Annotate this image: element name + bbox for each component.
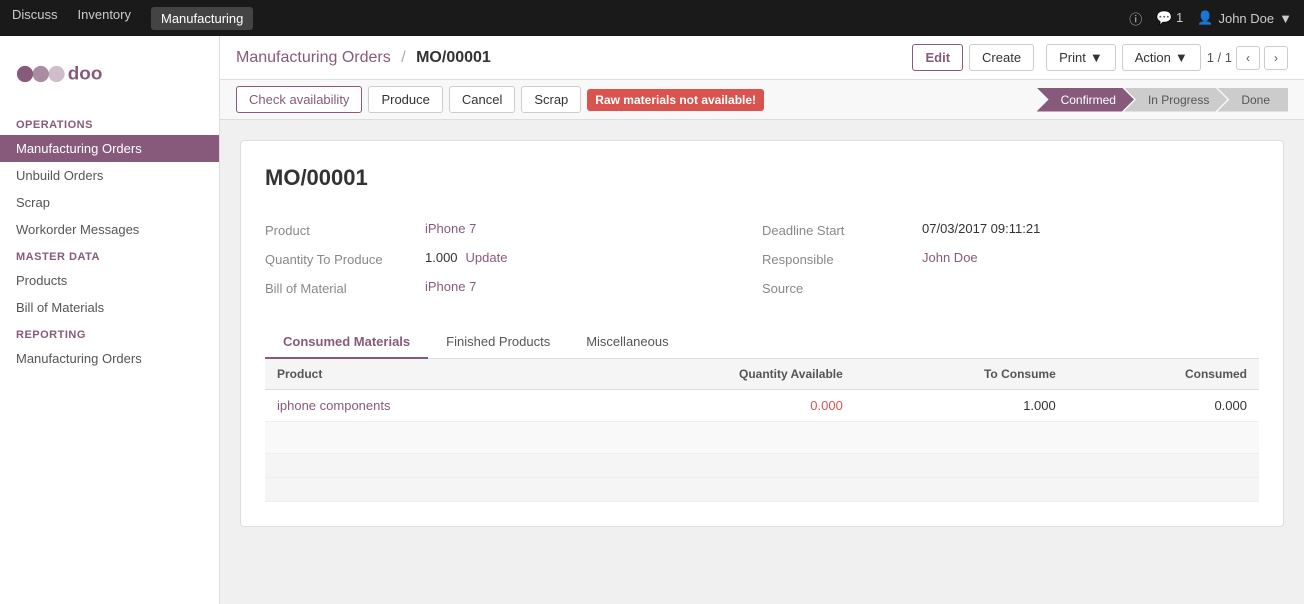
check-availability-button[interactable]: Check availability	[236, 86, 362, 113]
product-label: Product	[265, 221, 425, 238]
sidebar-item-unbuild-orders[interactable]: Unbuild Orders	[0, 162, 219, 189]
nav-manufacturing[interactable]: Manufacturing	[151, 7, 253, 30]
col-qty-available: Quantity Available	[571, 359, 855, 390]
bom-label: Bill of Material	[265, 279, 425, 296]
top-nav-right: ⓘ 💬 1 👤 John Doe ▼	[1129, 9, 1292, 28]
sidebar: doo Operations Manufacturing Orders Unbu…	[0, 36, 220, 604]
sidebar-item-workorder-messages[interactable]: Workorder Messages	[0, 216, 219, 243]
header-right: Edit Create Print ▼ Action ▼ 1 / 1 ‹ ›	[912, 44, 1288, 71]
quantity-label: Quantity To Produce	[265, 250, 425, 267]
status-bar: Check availability Produce Cancel Scrap …	[220, 80, 1304, 120]
user-name: John Doe	[1218, 11, 1274, 26]
sidebar-item-reporting-manufacturing-orders[interactable]: Manufacturing Orders	[0, 345, 219, 372]
action-button[interactable]: Action ▼	[1122, 44, 1201, 71]
deadline-label: Deadline Start	[762, 221, 922, 238]
sidebar-item-bill-of-materials[interactable]: Bill of Materials	[0, 294, 219, 321]
nav-inventory[interactable]: Inventory	[78, 7, 131, 30]
table-header: Product Quantity Available To Consume Co…	[265, 359, 1259, 390]
product-field-row: Product iPhone 7	[265, 215, 762, 244]
nav-discuss[interactable]: Discuss	[12, 7, 58, 30]
form-fields: Product iPhone 7 Quantity To Produce 1.0…	[265, 215, 1259, 302]
odoo-logo-icon: doo	[16, 56, 106, 92]
produce-button[interactable]: Produce	[368, 86, 442, 113]
top-nav-left: Discuss Inventory Manufacturing	[12, 7, 253, 30]
step-done: Done	[1217, 88, 1288, 112]
bom-value[interactable]: iPhone 7	[425, 279, 476, 294]
bom-field-row: Bill of Material iPhone 7	[265, 273, 762, 302]
tab-consumed-materials[interactable]: Consumed Materials	[265, 326, 428, 359]
sidebar-section-master-data: Master Data	[0, 243, 219, 267]
tabs: Consumed Materials Finished Products Mis…	[265, 326, 1259, 359]
responsible-value[interactable]: John Doe	[922, 250, 978, 265]
sidebar-item-scrap[interactable]: Scrap	[0, 189, 219, 216]
quantity-value: 1.000	[425, 250, 458, 265]
workflow-steps: Confirmed In Progress Done	[1037, 88, 1288, 112]
responsible-label: Responsible	[762, 250, 922, 267]
update-button[interactable]: Update	[466, 250, 508, 265]
source-field-row: Source	[762, 273, 1259, 302]
form-area: MO/00001 Product iPhone 7 Quantity To Pr…	[220, 120, 1304, 547]
svg-text:doo: doo	[68, 63, 103, 84]
left-fields: Product iPhone 7 Quantity To Produce 1.0…	[265, 215, 762, 302]
action-dropdown-icon: ▼	[1175, 50, 1188, 65]
row-product[interactable]: iphone components	[265, 390, 571, 422]
form-card: MO/00001 Product iPhone 7 Quantity To Pr…	[240, 140, 1284, 527]
scrap-button[interactable]: Scrap	[521, 86, 581, 113]
product-value[interactable]: iPhone 7	[425, 221, 476, 236]
top-nav: Discuss Inventory Manufacturing ⓘ 💬 1 👤 …	[0, 0, 1304, 36]
breadcrumb: Manufacturing Orders / MO/00001	[236, 49, 491, 67]
sidebar-item-products[interactable]: Products	[0, 267, 219, 294]
user-avatar-icon: 👤	[1197, 10, 1213, 26]
responsible-field-row: Responsible John Doe	[762, 244, 1259, 273]
quantity-row: 1.000 Update	[425, 250, 507, 265]
col-to-consume: To Consume	[855, 359, 1068, 390]
sidebar-logo: doo	[0, 46, 219, 111]
create-button[interactable]: Create	[969, 44, 1034, 71]
help-icon[interactable]: ⓘ	[1129, 9, 1142, 28]
col-consumed: Consumed	[1068, 359, 1259, 390]
col-product: Product	[265, 359, 571, 390]
pager-count: 1 / 1	[1207, 50, 1232, 65]
source-label: Source	[762, 279, 922, 296]
edit-button[interactable]: Edit	[912, 44, 963, 71]
cancel-button[interactable]: Cancel	[449, 86, 515, 113]
table-row: iphone components 0.000 1.000 0.000	[265, 390, 1259, 422]
user-menu[interactable]: 👤 John Doe ▼	[1197, 10, 1292, 26]
user-dropdown-icon: ▼	[1279, 11, 1292, 26]
quantity-field-row: Quantity To Produce 1.000 Update	[265, 244, 762, 273]
print-button[interactable]: Print ▼	[1046, 44, 1116, 71]
empty-row-1	[265, 422, 1259, 454]
step-in-progress: In Progress	[1124, 88, 1227, 112]
sidebar-item-manufacturing-orders[interactable]: Manufacturing Orders	[0, 135, 219, 162]
main-content: Manufacturing Orders / MO/00001 Edit Cre…	[220, 36, 1304, 604]
deadline-value: 07/03/2017 09:11:21	[922, 221, 1040, 236]
step-confirmed: Confirmed	[1037, 88, 1134, 112]
breadcrumb-current: MO/00001	[416, 49, 491, 66]
row-to-consume: 1.000	[855, 390, 1068, 422]
row-qty-available: 0.000	[571, 390, 855, 422]
chat-icon[interactable]: 💬 1	[1156, 10, 1183, 26]
table-footer-row-1	[265, 454, 1259, 478]
deadline-field-row: Deadline Start 07/03/2017 09:11:21	[762, 215, 1259, 244]
consumed-materials-table: Product Quantity Available To Consume Co…	[265, 359, 1259, 502]
pager-next-button[interactable]: ›	[1264, 46, 1288, 70]
raw-materials-badge: Raw materials not available!	[587, 89, 764, 111]
layout: doo Operations Manufacturing Orders Unbu…	[0, 36, 1304, 604]
breadcrumb-separator: /	[401, 49, 405, 66]
print-dropdown-icon: ▼	[1090, 50, 1103, 65]
form-title: MO/00001	[265, 165, 1259, 191]
sidebar-section-operations: Operations	[0, 111, 219, 135]
header-bar: Manufacturing Orders / MO/00001 Edit Cre…	[220, 36, 1304, 80]
row-consumed: 0.000	[1068, 390, 1259, 422]
right-fields: Deadline Start 07/03/2017 09:11:21 Respo…	[762, 215, 1259, 302]
sidebar-section-reporting: Reporting	[0, 321, 219, 345]
breadcrumb-parent[interactable]: Manufacturing Orders	[236, 49, 391, 66]
tab-finished-products[interactable]: Finished Products	[428, 326, 568, 359]
pager-prev-button[interactable]: ‹	[1236, 46, 1260, 70]
tab-miscellaneous[interactable]: Miscellaneous	[568, 326, 686, 359]
table-footer-row-2	[265, 478, 1259, 502]
pager: 1 / 1 ‹ ›	[1207, 46, 1288, 70]
table-body: iphone components 0.000 1.000 0.000	[265, 390, 1259, 502]
